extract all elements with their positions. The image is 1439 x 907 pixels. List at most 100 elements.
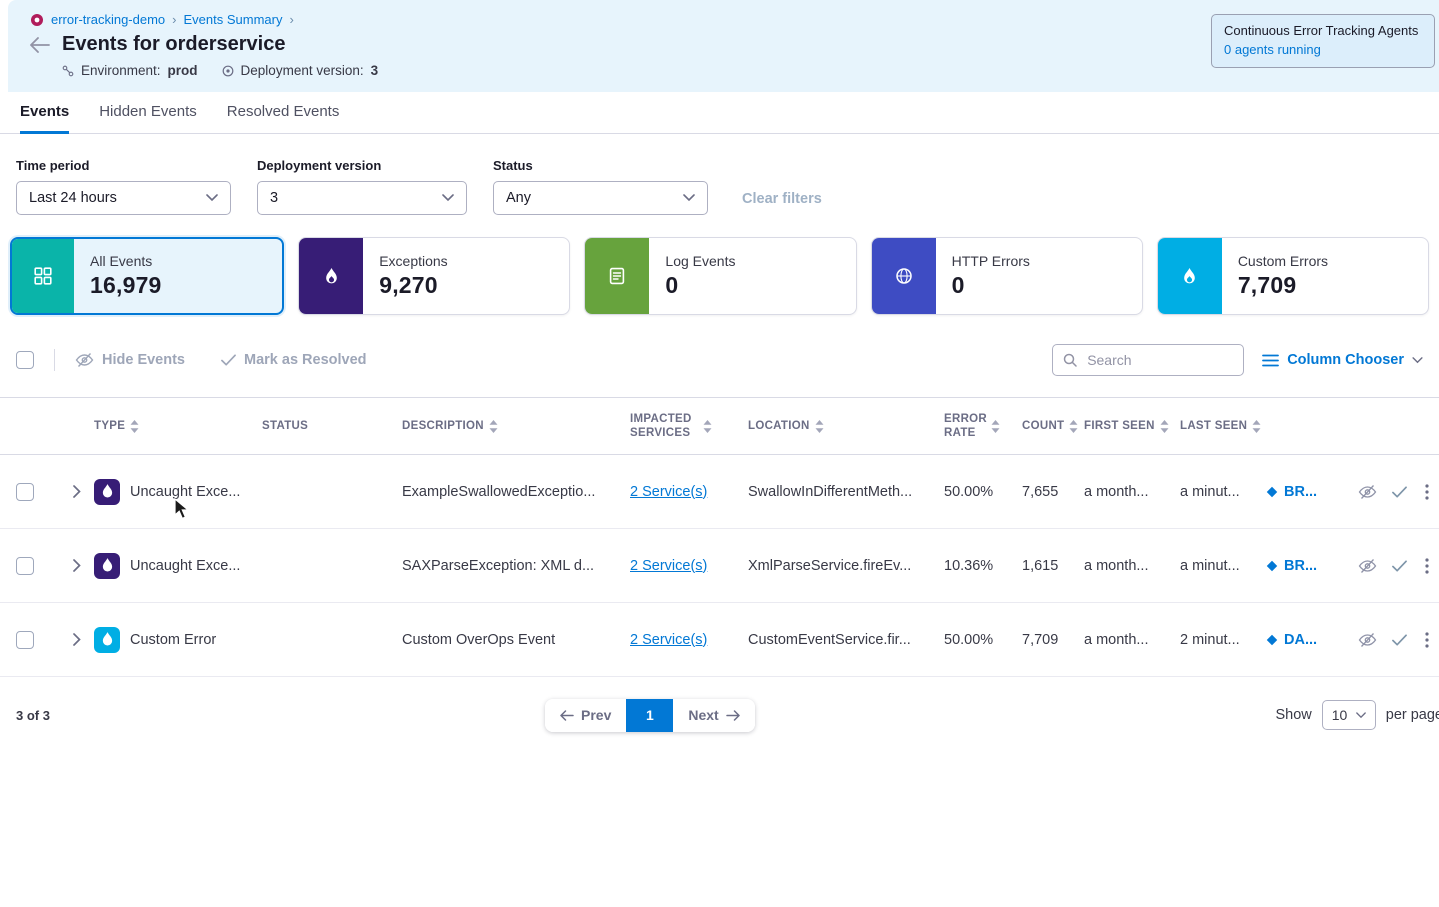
arrow-left-icon [30, 37, 50, 53]
card-label: Log Events [665, 253, 735, 269]
environment-icon [62, 65, 74, 77]
expand-row-button[interactable] [60, 559, 94, 572]
chevron-right-icon [73, 485, 81, 498]
page-size-select[interactable]: 10 [1322, 700, 1376, 730]
tab-resolved-events[interactable]: Resolved Events [227, 92, 340, 134]
column-header-status[interactable]: Status [262, 419, 402, 433]
event-location: XmlParseService.fireEv... [748, 558, 944, 574]
clear-filters-button[interactable]: Clear filters [742, 191, 822, 207]
card-exceptions[interactable]: Exceptions 9,270 [298, 237, 570, 315]
sort-icon[interactable] [1069, 420, 1078, 433]
resolve-event-button[interactable] [1384, 634, 1414, 646]
ticket-link[interactable]: BR... [1266, 558, 1350, 574]
sort-icon[interactable] [130, 420, 139, 433]
card-http-errors[interactable]: HTTP Errors 0 [871, 237, 1143, 315]
column-header-description[interactable]: Description [402, 419, 630, 433]
event-description: ExampleSwallowedExceptio... [402, 484, 630, 500]
hide-event-button[interactable] [1350, 484, 1384, 500]
resolve-event-button[interactable] [1384, 486, 1414, 498]
breadcrumb-link-project[interactable]: error-tracking-demo [51, 12, 165, 27]
column-chooser-label: Column Chooser [1287, 352, 1404, 368]
hide-event-button[interactable] [1350, 632, 1384, 648]
page-header: error-tracking-demo › Events Summary › E… [8, 0, 1439, 92]
row-checkbox[interactable] [16, 557, 34, 575]
row-checkbox[interactable] [16, 483, 34, 501]
stat-cards: All Events 16,979 Exceptions 9,270 Log E… [10, 237, 1429, 315]
chevron-right-icon [73, 633, 81, 646]
last-seen: a minut... [1180, 558, 1266, 574]
impacted-services-link[interactable]: 2 Service(s) [630, 632, 707, 648]
column-header-error-rate[interactable]: Error Rate [944, 412, 1022, 441]
row-menu-button[interactable] [1414, 484, 1439, 500]
page-1-button[interactable]: 1 [626, 699, 673, 732]
sort-icon[interactable] [489, 420, 498, 433]
tab-bar: Events Hidden Events Resolved Events [0, 92, 1439, 134]
resolve-event-button[interactable] [1384, 560, 1414, 572]
prev-page-button[interactable]: Prev [545, 699, 626, 732]
sort-icon[interactable] [1252, 420, 1261, 433]
status-label: Status [493, 158, 708, 173]
breadcrumb-link-events-summary[interactable]: Events Summary [184, 12, 283, 27]
first-seen: a month... [1084, 632, 1180, 648]
show-label: Show [1275, 707, 1311, 723]
globe-icon [895, 267, 913, 285]
deployment-label: Deployment version: [241, 63, 364, 78]
error-rate: 10.36% [944, 558, 1022, 574]
expand-row-button[interactable] [60, 633, 94, 646]
environment-value: prod [168, 63, 198, 78]
ticket-link[interactable]: DA... [1266, 632, 1350, 648]
check-icon [1392, 634, 1407, 646]
card-label: HTTP Errors [952, 253, 1030, 269]
sort-icon[interactable] [991, 420, 1000, 433]
last-seen: a minut... [1180, 484, 1266, 500]
mark-resolved-label: Mark as Resolved [244, 352, 367, 368]
hide-event-button[interactable] [1350, 558, 1384, 574]
row-menu-button[interactable] [1414, 632, 1439, 648]
agents-running-link[interactable]: 0 agents running [1224, 42, 1422, 58]
deployment-version-select[interactable]: 3 [257, 181, 467, 215]
row-menu-button[interactable] [1414, 558, 1439, 574]
column-header-last-seen[interactable]: Last Seen [1180, 419, 1266, 433]
search-icon [1063, 353, 1077, 367]
event-type: Uncaught Exce... [130, 484, 246, 500]
page-title: Events for orderservice [62, 33, 285, 56]
impacted-services-link[interactable]: 2 Service(s) [630, 484, 707, 500]
search-input[interactable] [1085, 351, 1233, 369]
tab-events[interactable]: Events [20, 92, 69, 134]
per-page-label: per page [1386, 707, 1439, 723]
card-all-events[interactable]: All Events 16,979 [10, 237, 284, 315]
time-period-select[interactable]: Last 24 hours [16, 181, 231, 215]
mark-resolved-button[interactable]: Mark as Resolved [221, 352, 367, 368]
event-type: Custom Error [130, 632, 222, 648]
column-header-count[interactable]: Count [1022, 419, 1084, 433]
sort-icon[interactable] [1160, 420, 1169, 433]
ticket-link[interactable]: BR... [1266, 484, 1350, 500]
next-page-button[interactable]: Next [673, 699, 754, 732]
first-seen: a month... [1084, 558, 1180, 574]
status-select[interactable]: Any [493, 181, 708, 215]
card-log-events[interactable]: Log Events 0 [584, 237, 856, 315]
column-header-type[interactable]: Type [94, 419, 262, 433]
select-all-checkbox[interactable] [16, 351, 34, 369]
event-location: CustomEventService.fir... [748, 632, 944, 648]
check-icon [221, 354, 236, 366]
flame-icon [101, 484, 114, 499]
sort-icon[interactable] [815, 420, 824, 433]
column-chooser-button[interactable]: Column Chooser [1262, 352, 1423, 368]
column-header-first-seen[interactable]: First Seen [1084, 419, 1180, 433]
row-checkbox[interactable] [16, 631, 34, 649]
eye-slash-icon [75, 352, 94, 368]
expand-row-button[interactable] [60, 485, 94, 498]
flame-icon [101, 558, 114, 573]
back-button[interactable] [30, 37, 50, 53]
column-header-impacted-services[interactable]: Impacted Services [630, 412, 748, 441]
breadcrumb-separator: › [172, 12, 176, 27]
card-custom-errors[interactable]: Custom Errors 7,709 [1157, 237, 1429, 315]
impacted-services-link[interactable]: 2 Service(s) [630, 558, 707, 574]
sort-icon[interactable] [703, 420, 712, 433]
tab-hidden-events[interactable]: Hidden Events [99, 92, 197, 134]
hide-events-button[interactable]: Hide Events [75, 352, 185, 368]
column-header-location[interactable]: Location [748, 419, 944, 433]
chevron-right-icon [73, 559, 81, 572]
kebab-menu-icon [1425, 632, 1429, 648]
